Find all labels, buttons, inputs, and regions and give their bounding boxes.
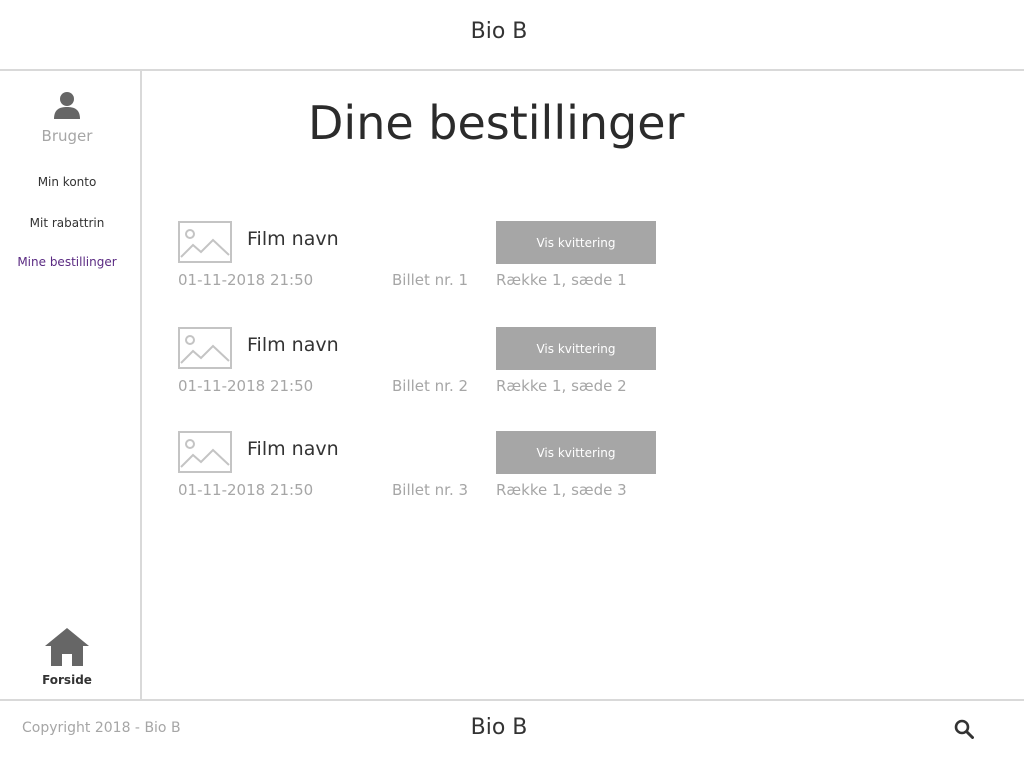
image-placeholder-icon (178, 431, 232, 473)
image-placeholder-icon (178, 221, 232, 263)
order-item: Film navn Vis kvittering 01-11-2018 21:5… (178, 431, 678, 511)
search-icon[interactable] (954, 719, 974, 739)
order-datetime: 01-11-2018 21:50 (178, 481, 314, 499)
seat-info: Række 1, sæde 1 (496, 271, 627, 289)
view-receipt-button[interactable]: Vis kvittering (496, 431, 656, 474)
order-item: Film navn Vis kvittering 01-11-2018 21:5… (178, 221, 678, 301)
film-name: Film navn (247, 334, 339, 356)
seat-info: Række 1, sæde 2 (496, 377, 627, 395)
app-header: Bio B (0, 0, 1024, 71)
image-placeholder-icon (178, 327, 232, 369)
order-item: Film navn Vis kvittering 01-11-2018 21:5… (178, 327, 678, 407)
ticket-number: Billet nr. 2 (392, 377, 469, 395)
sidebar-item-min-konto[interactable]: Min konto (0, 175, 134, 189)
user-label: Bruger (41, 127, 93, 145)
sidebar-item-mine-bestillinger[interactable]: Mine bestillinger (0, 255, 134, 269)
ticket-number: Billet nr. 3 (392, 481, 469, 499)
header-title: Bio B (470, 19, 528, 44)
page-title: Dine bestillinger (308, 96, 685, 150)
order-datetime: 01-11-2018 21:50 (178, 377, 314, 395)
order-datetime: 01-11-2018 21:50 (178, 271, 314, 289)
ticket-number: Billet nr. 1 (392, 271, 469, 289)
app-footer: Copyright 2018 - Bio B Bio B (0, 699, 1024, 770)
user-icon (54, 92, 80, 119)
view-receipt-button[interactable]: Vis kvittering (496, 327, 656, 370)
sidebar-item-mit-rabattrin[interactable]: Mit rabattrin (0, 216, 134, 230)
film-name: Film navn (247, 438, 339, 460)
home-icon[interactable] (45, 628, 89, 666)
film-name: Film navn (247, 228, 339, 250)
home-label[interactable]: Forside (0, 673, 134, 687)
footer-title: Bio B (470, 715, 528, 740)
sidebar: Bruger Min konto Mit rabattrin Mine best… (0, 71, 142, 699)
view-receipt-button[interactable]: Vis kvittering (496, 221, 656, 264)
seat-info: Række 1, sæde 3 (496, 481, 627, 499)
